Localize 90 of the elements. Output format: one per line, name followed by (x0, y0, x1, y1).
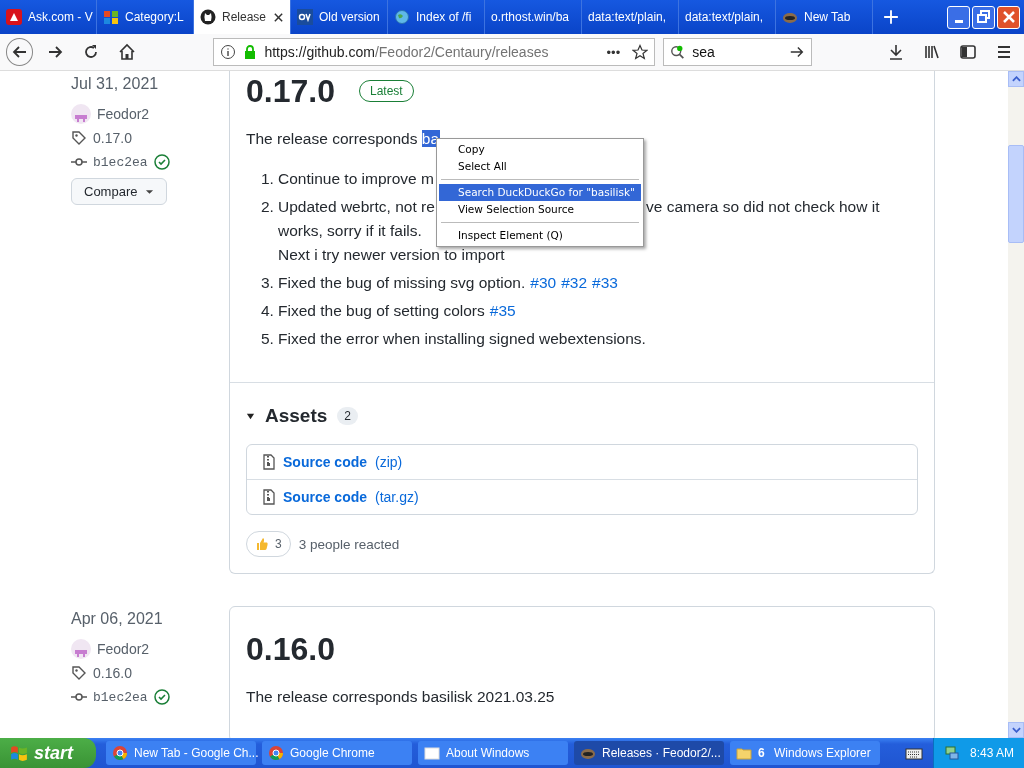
taskbar-button[interactable]: About Windows (418, 741, 568, 765)
list-number: 5. (261, 329, 275, 349)
issue-link[interactable]: #35 (489, 299, 516, 323)
scroll-up-button[interactable] (1008, 71, 1024, 87)
list-number: 4. (261, 301, 275, 321)
list-item-text: Fixed the bug of setting colors (278, 301, 485, 321)
scrollbar[interactable] (1008, 71, 1024, 738)
menu-item[interactable]: Select All (439, 158, 641, 175)
minimize-button[interactable] (947, 5, 970, 29)
scroll-down-button[interactable] (1008, 722, 1024, 738)
author-link[interactable]: Feodor2 (97, 641, 150, 657)
scroll-thumb[interactable] (1008, 145, 1024, 243)
url-text: https://github.com/Feodor2/Centaury/releases (264, 44, 549, 60)
author-link[interactable]: Feodor2 (97, 106, 150, 122)
list-item-text: Fixed the error when installing signed webextensions. (278, 329, 646, 349)
menu-item[interactable]: Search DuckDuckGo for "basilisk" (439, 184, 641, 201)
clock: 8:43 AM (969, 746, 1014, 760)
list-item-text: Next i try newer version to import (278, 245, 505, 265)
close-icon[interactable] (273, 11, 284, 23)
tag-link[interactable]: 0.17.0 (93, 130, 132, 146)
list-number: 1. (261, 169, 275, 189)
list-item-text: Continue to improve m (278, 169, 434, 189)
close-button[interactable] (997, 5, 1020, 29)
taskbar-button[interactable]: New Tab - Google Ch... (106, 741, 256, 765)
list-item-text: Updated webrtc, not re (278, 197, 436, 217)
release-date: Jul 31, 2021 (71, 74, 160, 94)
menu-item[interactable]: Inspect Element (Q) (439, 227, 641, 244)
menu-item[interactable]: View Selection Source (439, 201, 641, 218)
info-icon[interactable] (220, 44, 237, 60)
minimize-icon (954, 19, 963, 23)
folder-icon (736, 745, 752, 761)
list-item-text: ve camera so did not check how it (646, 197, 880, 217)
avatar-icon (71, 104, 91, 124)
browser-tab[interactable]: Release (194, 0, 291, 34)
asset-link[interactable]: Source code (283, 454, 368, 470)
ov-square-icon (297, 9, 313, 25)
chrome-logo-icon (112, 745, 128, 761)
ask-logo-icon (6, 9, 22, 25)
zip-file-icon (263, 454, 275, 470)
list-number: 2. (261, 197, 275, 217)
compare-button[interactable]: Compare (71, 178, 168, 205)
caret-icon (145, 188, 155, 195)
asset-link[interactable]: Source code (283, 489, 368, 505)
issue-link[interactable]: #33 (592, 271, 618, 295)
tag-icon (71, 665, 87, 681)
windows-flag-icon (10, 744, 28, 762)
taskbar-button[interactable]: Google Chrome (262, 741, 412, 765)
reaction-button[interactable]: 3 (246, 531, 291, 557)
list-item-text: Fixed the bug of missing svg option. (278, 273, 526, 293)
tag-link[interactable]: 0.16.0 (93, 665, 132, 681)
star-icon[interactable] (632, 44, 649, 60)
network-icon[interactable] (943, 745, 960, 761)
issue-link[interactable]: #32 (561, 271, 588, 295)
windows-flag-icon (103, 9, 119, 25)
list-number: 3. (261, 273, 275, 293)
go-arrow-icon[interactable] (789, 44, 805, 60)
tab-title: Release (222, 10, 267, 24)
keyboard-icon[interactable] (904, 746, 923, 760)
zip-file-icon (263, 489, 275, 505)
release-description: The release corresponds basilisk 2021.03.25 (246, 687, 556, 707)
reaction-summary: 3 people reacted (298, 536, 400, 552)
asset-format: (zip) (375, 454, 403, 470)
tag-icon (71, 130, 87, 146)
asset-count: 2 (337, 407, 358, 425)
menu-item[interactable]: Copy (439, 141, 641, 158)
plus-icon (883, 9, 899, 25)
github-cat-icon (200, 9, 216, 25)
asset-format: (tar.gz) (375, 489, 419, 505)
list-item-text: works, sorry if it fails. (278, 221, 422, 241)
release-date: Apr 06, 2021 (71, 609, 164, 629)
issue-link[interactable]: #30 (530, 271, 557, 295)
page-actions-button[interactable]: ••• (606, 44, 621, 60)
search-field[interactable]: sea (663, 38, 812, 66)
restore-button[interactable] (972, 5, 995, 29)
disclosure-triangle-icon[interactable] (246, 411, 255, 421)
address-bar[interactable]: https://github.com/Feodor2/Centaury/releases ••• (213, 38, 656, 66)
globe-icon (394, 9, 410, 25)
search-icon (670, 44, 687, 60)
assets-heading: Assets (265, 405, 328, 427)
release-title[interactable]: 0.16.0 (246, 629, 335, 669)
thumbs-up-icon (255, 537, 269, 551)
window-icon (424, 745, 440, 761)
sidebar-icon[interactable] (958, 42, 978, 62)
release-title[interactable]: 0.17.0 (246, 71, 335, 111)
commit-link[interactable]: b1ec2ea (93, 689, 148, 705)
taskbar-button[interactable]: Releases · Feodor2/... (574, 741, 724, 765)
taskbar-group-button[interactable]: 6 Windows Explorer (730, 741, 880, 765)
avatar-icon (71, 639, 91, 659)
commit-link[interactable]: b1ec2ea (93, 154, 148, 170)
chrome-logo-icon (268, 745, 284, 761)
